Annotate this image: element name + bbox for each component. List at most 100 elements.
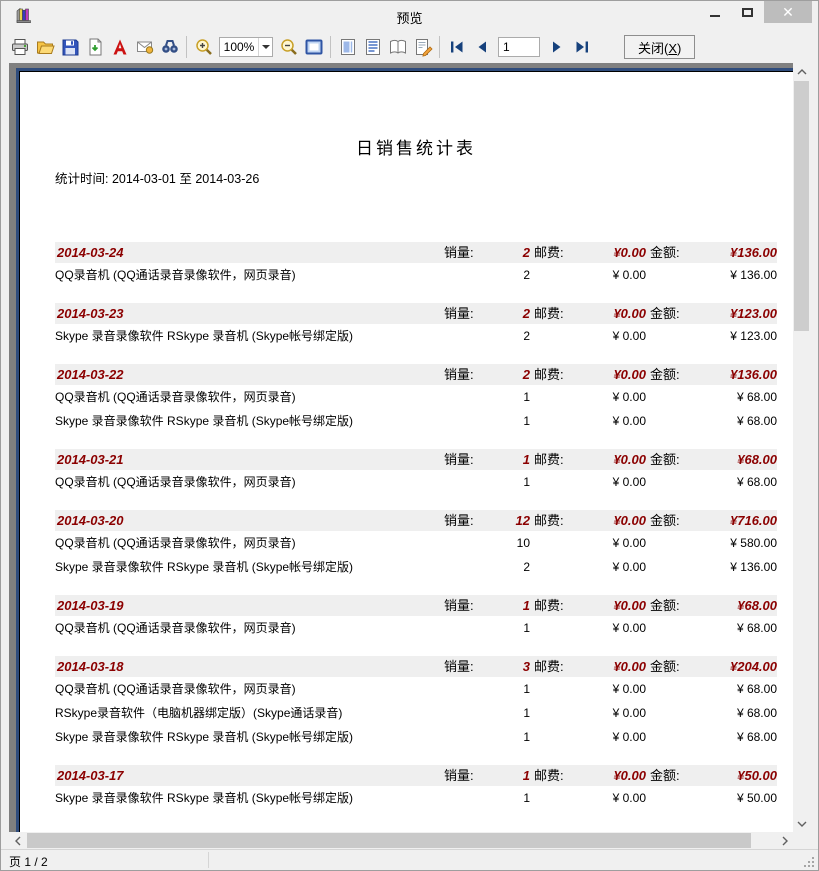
facing-pages-button[interactable]	[385, 34, 410, 60]
date-group-header: 2014-03-19 销量: 1 邮费: ¥0.00 金额: ¥68.00	[55, 595, 777, 616]
report-page: 日销售统计表 统计时间: 2014-03-01 至 2014-03-26 201…	[16, 68, 793, 832]
statusbar-divider	[208, 852, 209, 868]
group-items: QQ录音机 (QQ通话录音录像软件，网页录音) 1 ¥ 0.00 ¥ 68.00	[55, 616, 777, 640]
group-postage: ¥0.00	[586, 303, 646, 324]
zoom-level-input[interactable]	[220, 40, 258, 54]
status-bar: 页 1 / 2	[1, 849, 818, 870]
product-amount: ¥ 68.00	[702, 701, 777, 725]
zoom-dropdown-button[interactable]	[258, 38, 272, 56]
product-postage: ¥ 0.00	[586, 725, 646, 749]
product-qty: 1	[490, 725, 530, 749]
postage-label: 邮费:	[530, 595, 586, 616]
export-button[interactable]	[82, 34, 107, 60]
zoom-in-button[interactable]	[191, 34, 216, 60]
prev-page-button[interactable]	[469, 34, 494, 60]
horizontal-scrollbar[interactable]	[9, 832, 793, 849]
product-row: QQ录音机 (QQ通话录音录像软件，网页录音) 1 ¥ 0.00 ¥ 68.00	[55, 677, 777, 701]
close-window-button[interactable]: ✕	[764, 1, 812, 23]
toolbar-separator	[186, 36, 187, 58]
close-preview-button[interactable]: 关闭(X)	[624, 35, 695, 59]
group-qty: 1	[490, 595, 530, 616]
page-setup-icon	[413, 37, 433, 57]
resize-grip[interactable]	[802, 855, 814, 867]
product-amount: ¥ 68.00	[702, 677, 777, 701]
group-items: QQ录音机 (QQ通话录音录像软件，网页录音) 10 ¥ 0.00 ¥ 580.…	[55, 531, 777, 579]
date-group-header: 2014-03-17 销量: 1 邮费: ¥0.00 金额: ¥50.00	[55, 765, 777, 786]
product-postage: ¥ 0.00	[586, 263, 646, 287]
email-button[interactable]	[132, 34, 157, 60]
product-name: Skype 录音录像软件 RSkype 录音机 (Skype帐号绑定版)	[55, 324, 440, 348]
group-date: 2014-03-20	[55, 510, 440, 531]
whole-page-button[interactable]	[301, 34, 326, 60]
qty-label: 销量:	[440, 449, 490, 470]
group-amount: ¥50.00	[702, 765, 777, 786]
page-number-input[interactable]	[498, 37, 540, 57]
qty-label: 销量:	[440, 765, 490, 786]
chevron-down-icon	[262, 45, 270, 49]
amount-label: 金额:	[646, 656, 702, 677]
minimize-button[interactable]	[698, 1, 731, 23]
product-postage: ¥ 0.00	[586, 701, 646, 725]
product-row: Skype 录音录像软件 RSkype 录音机 (Skype帐号绑定版) 1 ¥…	[55, 725, 777, 749]
qty-label: 销量:	[440, 364, 490, 385]
date-group-header: 2014-03-20 销量: 12 邮费: ¥0.00 金额: ¥716.00	[55, 510, 777, 531]
save-icon	[60, 37, 80, 57]
group-amount: ¥68.00	[702, 449, 777, 470]
product-postage: ¥ 0.00	[586, 470, 646, 494]
maximize-button[interactable]	[731, 1, 764, 23]
scroll-up-button[interactable]	[793, 63, 810, 80]
print-button[interactable]	[7, 34, 32, 60]
zoom-out-button[interactable]	[276, 34, 301, 60]
scrollbar-corner	[793, 832, 810, 849]
product-postage: ¥ 0.00	[586, 324, 646, 348]
group-qty: 2	[490, 242, 530, 263]
group-items: Skype 录音录像软件 RSkype 录音机 (Skype帐号绑定版) 2 ¥…	[55, 324, 777, 348]
product-qty: 1	[490, 701, 530, 725]
amount-label: 金额:	[646, 449, 702, 470]
continuous-view-button[interactable]	[360, 34, 385, 60]
product-name: Skype 录音录像软件 RSkype 录音机 (Skype帐号绑定版)	[55, 555, 440, 579]
group-items: Skype 录音录像软件 RSkype 录音机 (Skype帐号绑定版) 1 ¥…	[55, 786, 777, 810]
product-name: QQ录音机 (QQ通话录音录像软件，网页录音)	[55, 616, 440, 640]
page-setup-button[interactable]	[410, 34, 435, 60]
scroll-down-button[interactable]	[793, 815, 810, 832]
product-qty: 10	[490, 531, 530, 555]
last-page-icon	[573, 38, 591, 56]
single-page-view-button[interactable]	[335, 34, 360, 60]
group-date: 2014-03-17	[55, 765, 440, 786]
pdf-button[interactable]	[107, 34, 132, 60]
preview-window: 预览 ✕	[0, 0, 819, 871]
horizontal-scroll-thumb[interactable]	[27, 833, 751, 848]
open-button[interactable]	[32, 34, 57, 60]
print-icon	[10, 37, 30, 57]
group-amount: ¥204.00	[702, 656, 777, 677]
product-qty: 1	[490, 786, 530, 810]
save-button[interactable]	[57, 34, 82, 60]
postage-label: 邮费:	[530, 242, 586, 263]
last-page-button[interactable]	[569, 34, 594, 60]
product-postage: ¥ 0.00	[586, 555, 646, 579]
date-group: 2014-03-23 销量: 2 邮费: ¥0.00 金额: ¥123.00 S…	[55, 303, 777, 348]
report-content: 日销售统计表 统计时间: 2014-03-01 至 2014-03-26 201…	[55, 72, 777, 826]
product-name: Skype 录音录像软件 RSkype 录音机 (Skype帐号绑定版)	[55, 725, 440, 749]
vertical-scroll-thumb[interactable]	[794, 81, 809, 331]
date-group: 2014-03-17 销量: 1 邮费: ¥0.00 金额: ¥50.00 Sk…	[55, 765, 777, 810]
title-bar[interactable]: 预览 ✕	[1, 1, 818, 31]
find-button[interactable]	[157, 34, 182, 60]
product-qty: 2	[490, 324, 530, 348]
report-groups: 2014-03-24 销量: 2 邮费: ¥0.00 金额: ¥136.00 Q…	[55, 242, 777, 810]
scroll-right-button[interactable]	[776, 832, 793, 849]
email-icon	[135, 37, 155, 57]
group-date: 2014-03-18	[55, 656, 440, 677]
first-page-button[interactable]	[444, 34, 469, 60]
group-items: QQ录音机 (QQ通话录音录像软件，网页录音) 1 ¥ 0.00 ¥ 68.00…	[55, 385, 777, 433]
maximize-icon	[742, 8, 753, 17]
pdf-icon	[110, 37, 130, 57]
product-postage: ¥ 0.00	[586, 616, 646, 640]
next-page-button[interactable]	[544, 34, 569, 60]
postage-label: 邮费:	[530, 303, 586, 324]
product-name: RSkype录音软件（电脑机器绑定版）(Skype通话录音)	[55, 701, 440, 725]
vertical-scrollbar[interactable]	[793, 63, 810, 832]
group-postage: ¥0.00	[586, 364, 646, 385]
scroll-left-button[interactable]	[9, 832, 26, 849]
